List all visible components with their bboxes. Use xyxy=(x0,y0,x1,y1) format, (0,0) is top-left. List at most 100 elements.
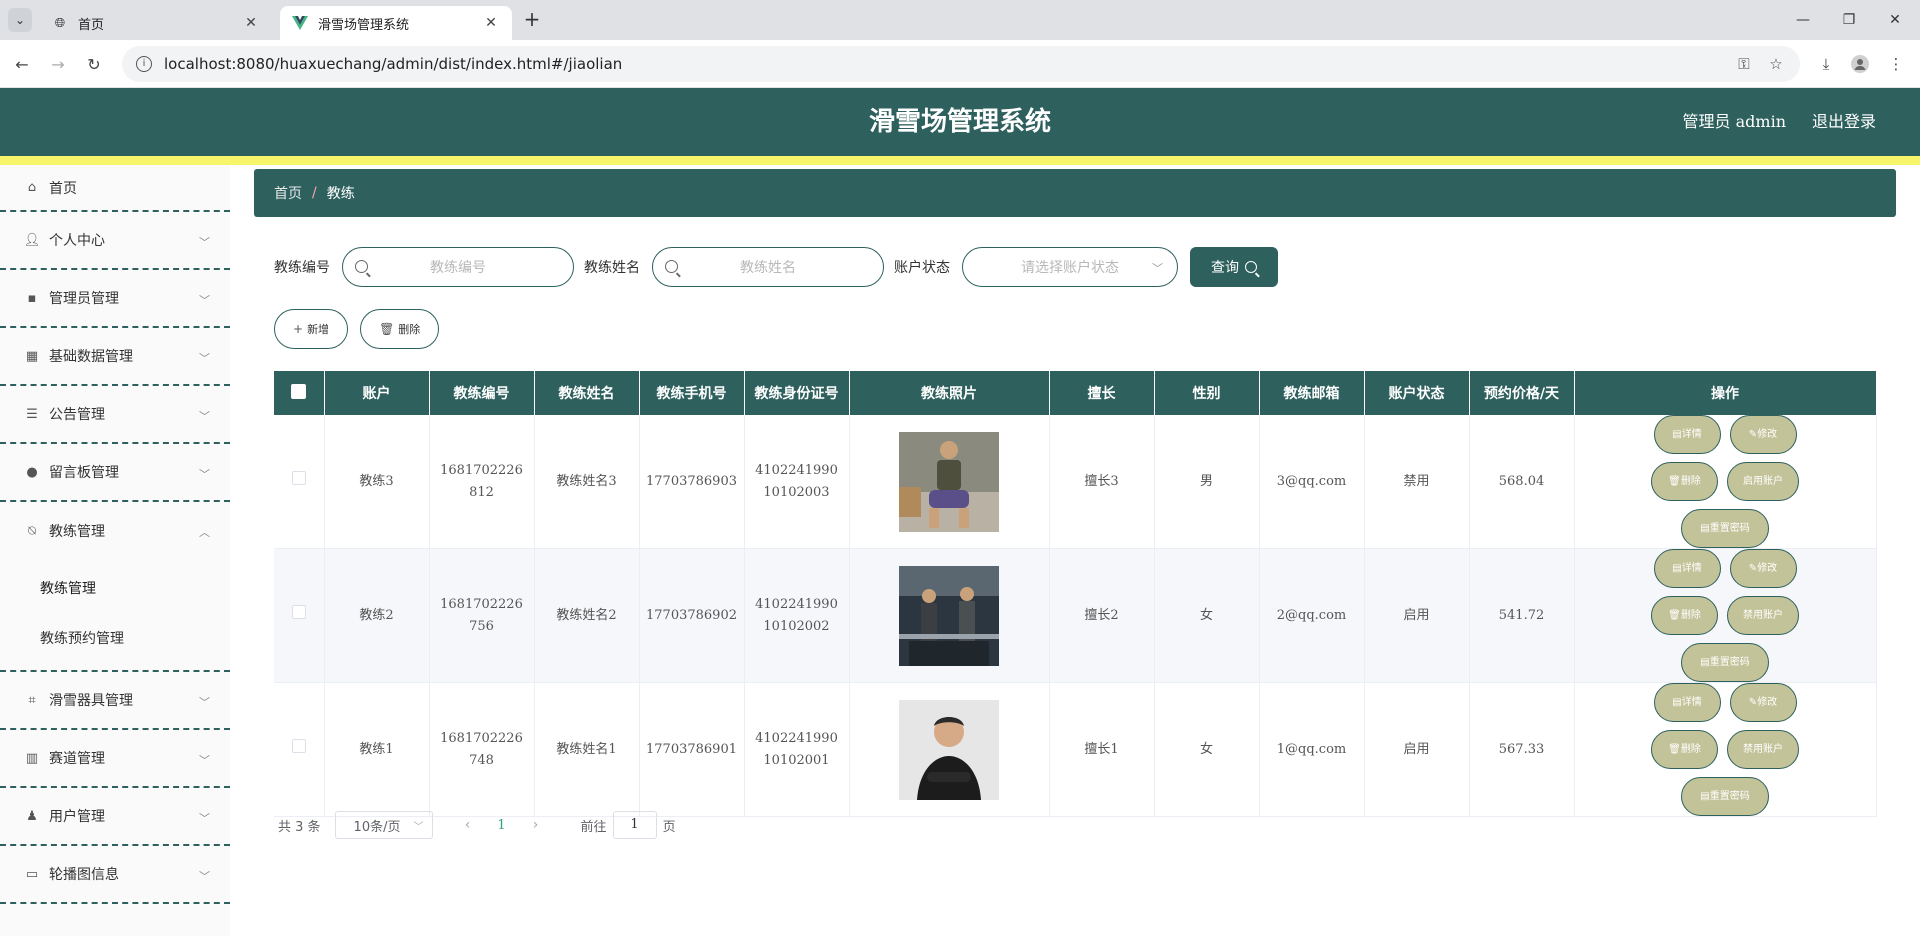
new-tab-button[interactable]: + xyxy=(520,8,544,32)
close-icon[interactable]: ✕ xyxy=(242,15,260,31)
sidebar-item-personal-center[interactable]: 👤︎ 个人中心 ﹀ xyxy=(0,212,230,270)
reload-icon[interactable]: ↻ xyxy=(82,52,106,76)
edit-button[interactable]: ✎ 修改 xyxy=(1729,415,1797,454)
menu-kebab-icon[interactable]: ⋮ xyxy=(1884,52,1908,76)
select-all-checkbox[interactable] xyxy=(291,383,307,399)
search-icon xyxy=(355,260,368,273)
edit-button[interactable]: ✎ 修改 xyxy=(1729,683,1797,722)
cell-status: 启用 xyxy=(1364,682,1470,817)
page-size-select[interactable]: 10条/页 ﹀ xyxy=(334,811,433,839)
table-row: 教练3 1681702226812 教练姓名3 17703786903 4102… xyxy=(274,415,1877,549)
browser-tab-home[interactable]: 🌐︎ 首页 ✕ xyxy=(40,6,272,40)
site-info-icon[interactable]: i xyxy=(136,56,152,72)
column-header: 擅长 xyxy=(1049,371,1155,415)
header-accent-line xyxy=(0,156,1920,165)
edit-button[interactable]: ✎ 修改 xyxy=(1729,549,1797,588)
document-icon: ▤ xyxy=(1672,428,1682,440)
chevron-down-icon: ﹀ xyxy=(199,696,210,709)
sidebar-item-admin[interactable]: ▪ 管理员管理 ﹀ xyxy=(0,270,230,328)
cell-gender: 男 xyxy=(1154,415,1260,549)
tab-search-dropdown[interactable]: ⌄ xyxy=(8,8,32,32)
forward-icon[interactable]: → xyxy=(46,52,70,76)
toggle-account-button[interactable]: 启用账户 xyxy=(1727,462,1799,501)
row-checkbox[interactable] xyxy=(291,470,306,485)
url-field[interactable]: i localhost:8080/huaxuechang/admin/dist/… xyxy=(122,46,1800,82)
detail-button[interactable]: ▤ 详情 xyxy=(1653,549,1721,588)
chevron-down-icon: ⌄ xyxy=(14,13,26,27)
window-close-icon[interactable]: ✕ xyxy=(1872,0,1918,40)
add-button[interactable]: + 新增 xyxy=(274,309,349,349)
restore-icon[interactable]: ❐ xyxy=(1826,0,1872,40)
row-checkbox[interactable] xyxy=(291,738,306,753)
vue-logo-icon xyxy=(292,15,308,31)
sidebar-item-track[interactable]: ▥ 赛道管理 ﹀ xyxy=(0,730,230,788)
row-checkbox[interactable] xyxy=(291,604,306,619)
minimize-icon[interactable]: — xyxy=(1780,0,1826,40)
table-header-row: 账户 教练编号 教练姓名 教练手机号 教练身份证号 教练照片 擅长 性别 教练邮… xyxy=(274,371,1877,415)
detail-button[interactable]: ▤ 详情 xyxy=(1653,683,1721,722)
cell-code: 1681702226756 xyxy=(429,548,535,683)
search-icon xyxy=(1245,261,1257,273)
reset-password-button[interactable]: ▤ 重置密码 xyxy=(1681,643,1769,682)
plus-icon: + xyxy=(293,322,304,336)
password-key-icon[interactable]: ⚿ xyxy=(1732,52,1756,76)
sidebar-subitem-coach-booking[interactable]: 教练预约管理 xyxy=(0,614,230,664)
logout-button[interactable]: 退出登录 xyxy=(1812,88,1876,156)
column-header: 预约价格/天 xyxy=(1469,371,1575,415)
cell-email: 1@qq.com xyxy=(1259,682,1365,817)
sidebar-item-coach[interactable]: ⍉ 教练管理 ︿ xyxy=(0,502,230,560)
sidebar-item-carousel[interactable]: ▭ 轮播图信息 ﹀ xyxy=(0,846,230,904)
cell-name: 教练姓名3 xyxy=(534,415,640,549)
account-status-select[interactable]: 请选择账户状态 ﹀ xyxy=(962,247,1178,287)
sidebar-item-home[interactable]: ⌂ 首页 xyxy=(0,165,230,212)
browser-tab-active[interactable]: 滑雪场管理系统 ✕ xyxy=(280,6,512,40)
coach-submenu: 教练管理 教练预约管理 xyxy=(0,560,230,672)
cell-phone: 17703786901 xyxy=(639,682,745,817)
column-header: 教练姓名 xyxy=(534,371,640,415)
back-icon[interactable]: ← xyxy=(10,52,34,76)
profile-icon[interactable] xyxy=(1848,52,1872,76)
sidebar-item-ski-equipment[interactable]: ⌗ 滑雪器具管理 ﹀ xyxy=(0,672,230,730)
reset-password-button[interactable]: ▤ 重置密码 xyxy=(1681,509,1769,548)
coach-code-input[interactable]: 教练编号 xyxy=(342,247,574,287)
cell-price: 541.72 xyxy=(1469,548,1575,683)
chevron-down-icon: ﹀ xyxy=(199,468,210,481)
select-all-cell[interactable] xyxy=(274,371,325,415)
cell-gender: 女 xyxy=(1154,682,1260,817)
search-form: 教练编号 教练编号 教练姓名 教练姓名 账户状态 请选择账户状态 ﹀ 查询 xyxy=(274,247,1278,287)
prev-page-icon[interactable]: ‹ xyxy=(449,817,487,833)
sidebar-item-basic-data[interactable]: ▦ 基础数据管理 ﹀ xyxy=(0,328,230,386)
delete-button[interactable]: 🗑︎ 删除 xyxy=(1651,596,1718,635)
close-icon[interactable]: ✕ xyxy=(482,15,500,31)
delete-button[interactable]: 🗑︎ 删除 xyxy=(1651,730,1718,769)
download-icon[interactable]: ⤓ xyxy=(1814,52,1838,76)
sidebar-subitem-coach[interactable]: 教练管理 xyxy=(0,564,230,614)
sidebar-item-notice[interactable]: ☰ 公告管理 ﹀ xyxy=(0,386,230,444)
chevron-down-icon: ﹀ xyxy=(413,822,424,833)
bookmark-star-icon[interactable]: ☆ xyxy=(1764,52,1788,76)
person-icon: ♟ xyxy=(26,808,38,824)
query-button[interactable]: 查询 xyxy=(1190,247,1278,287)
toggle-account-button[interactable]: 禁用账户 xyxy=(1727,730,1799,769)
breadcrumb-home[interactable]: 首页 xyxy=(274,183,302,203)
browser-tab-bar: ⌄ 🌐︎ 首页 ✕ 滑雪场管理系统 ✕ + — ❐ ✕ xyxy=(0,0,1920,40)
goto-page-input[interactable]: 1 xyxy=(612,811,657,839)
page-number[interactable]: 1 xyxy=(487,818,517,833)
detail-button[interactable]: ▤ 详情 xyxy=(1653,415,1721,454)
toggle-account-button[interactable]: 禁用账户 xyxy=(1727,596,1799,635)
cell-name: 教练姓名1 xyxy=(534,682,640,817)
column-header: 教练身份证号 xyxy=(744,371,850,415)
coach-name-input[interactable]: 教练姓名 xyxy=(652,247,884,287)
delete-button[interactable]: 🗑︎ 删除 xyxy=(1651,462,1718,501)
search-icon xyxy=(665,260,678,273)
pagination: 共 3 条 10条/页 ﹀ ‹ 1 › 前往 1 页 xyxy=(278,811,676,839)
cell-idcard: 410224199010102001 xyxy=(744,682,850,817)
cell-status: 禁用 xyxy=(1364,415,1470,549)
reset-password-button[interactable]: ▤ 重置密码 xyxy=(1681,777,1769,816)
batch-delete-button[interactable]: 🗑︎ 删除 xyxy=(360,309,440,349)
bell-off-icon: ⍉ xyxy=(28,523,36,539)
coach-photo xyxy=(899,699,999,800)
sidebar-item-users[interactable]: ♟ 用户管理 ﹀ xyxy=(0,788,230,846)
next-page-icon[interactable]: › xyxy=(517,817,555,833)
sidebar-item-message-board[interactable]: ● 留言板管理 ﹀ xyxy=(0,444,230,502)
